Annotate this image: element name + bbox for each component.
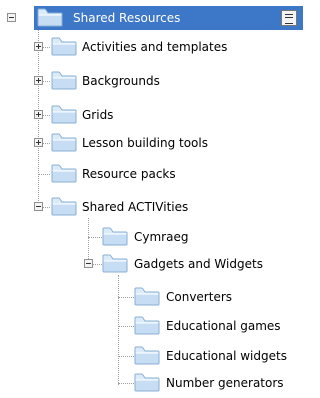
tree-node-activities-and-templates[interactable]: Activities and templates <box>0 32 307 62</box>
tree-node-label: Lesson building tools <box>82 136 208 150</box>
tree-node-grids[interactable]: Grids <box>0 100 307 130</box>
tree-node-shared-resources[interactable]: Shared Resources <box>0 3 307 33</box>
collapse-toggle[interactable] <box>84 259 93 268</box>
folder-icon <box>134 287 160 306</box>
tree-node-label: Resource packs <box>82 167 176 181</box>
expand-toggle[interactable] <box>34 76 43 85</box>
collapse-toggle[interactable] <box>34 202 43 211</box>
folder-icon <box>102 227 128 246</box>
tree-node-label: Number generators <box>166 376 284 390</box>
tree-node-cymraeg[interactable]: Cymraeg <box>0 222 307 252</box>
collapse-toggle[interactable] <box>7 13 16 22</box>
folder-icon <box>51 197 77 216</box>
expand-toggle[interactable] <box>34 42 43 51</box>
folder-icon <box>134 316 160 335</box>
folder-icon <box>51 105 77 124</box>
expand-toggle[interactable] <box>34 138 43 147</box>
folder-icon <box>102 254 128 273</box>
tree-node-shared-activities[interactable]: Shared ACTIVities <box>0 192 307 222</box>
tree-node-label: Converters <box>166 290 233 304</box>
folder-icon <box>51 133 77 152</box>
tree-node-label: Educational widgets <box>166 349 287 363</box>
tree-node-converters[interactable]: Converters <box>0 282 307 312</box>
tree-node-lesson-building-tools[interactable]: Lesson building tools <box>0 128 307 158</box>
tree-node-label: Educational games <box>166 319 281 333</box>
folder-tree: Shared Resources Activities and template… <box>0 0 307 383</box>
tree-node-label: Shared ACTIVities <box>82 200 189 214</box>
tree-node-label: Activities and templates <box>82 40 228 54</box>
tree-node-backgrounds[interactable]: Backgrounds <box>0 66 307 96</box>
tree-node-label: Cymraeg <box>134 230 189 244</box>
tree-node-label: Shared Resources <box>73 11 181 25</box>
folder-icon <box>134 346 160 365</box>
folder-icon <box>37 8 63 27</box>
tree-node-gadgets-and-widgets[interactable]: Gadgets and Widgets <box>0 249 307 279</box>
tree-node-label: Gadgets and Widgets <box>134 257 263 271</box>
folder-icon <box>51 37 77 56</box>
tree-node-label: Grids <box>82 108 114 122</box>
folder-icon <box>51 71 77 90</box>
tree-node-resource-packs[interactable]: Resource packs <box>0 159 307 189</box>
tree-node-label: Backgrounds <box>82 74 160 88</box>
folder-icon <box>51 164 77 183</box>
tree-node-educational-widgets[interactable]: Educational widgets <box>0 341 307 371</box>
tree-node-number-generators[interactable]: Number generators <box>0 368 307 398</box>
expand-toggle[interactable] <box>34 110 43 119</box>
tree-node-educational-games[interactable]: Educational games <box>0 311 307 341</box>
menu-icon[interactable] <box>281 10 297 26</box>
